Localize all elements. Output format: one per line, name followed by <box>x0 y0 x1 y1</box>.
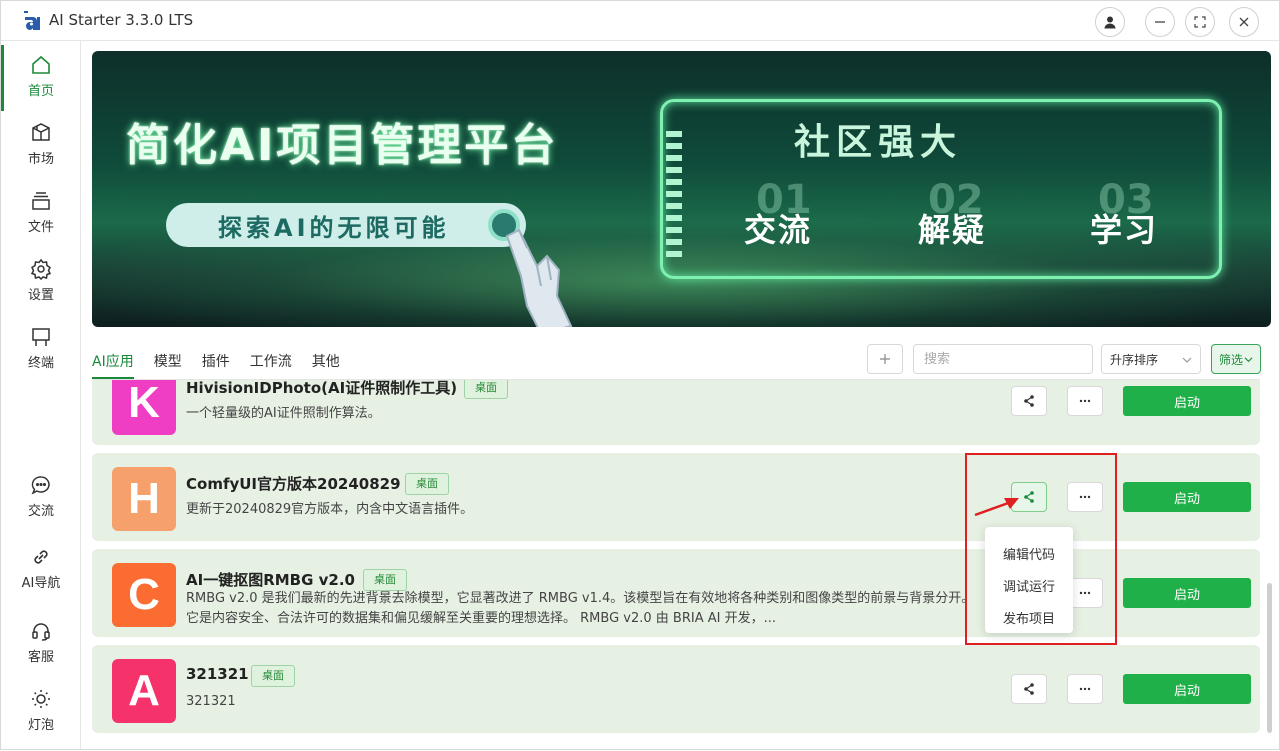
tab-plugins[interactable]: 插件 <box>202 351 230 373</box>
maximize-icon <box>1194 16 1206 28</box>
highlight-box <box>965 453 1117 645</box>
app-avatar: C <box>112 563 176 627</box>
chat-icon <box>31 475 50 495</box>
tab-other[interactable]: 其他 <box>312 351 340 373</box>
app-avatar: K <box>112 380 176 435</box>
sidebar-item-market[interactable]: 市场 <box>1 113 81 175</box>
sidebar-item-label: 文件 <box>27 219 54 235</box>
close-icon <box>1239 17 1249 27</box>
app-name: ComfyUI官方版本20240829 <box>186 475 401 493</box>
sidebar-item-label: 终端 <box>27 355 54 371</box>
app-badge: 桌面 <box>464 380 508 399</box>
app-badge: 桌面 <box>405 473 449 495</box>
sidebar-item-label: AI导航 <box>21 575 61 591</box>
sidebar-item-files[interactable]: 文件 <box>1 181 81 243</box>
step-word: 解疑 <box>918 211 987 249</box>
sort-select[interactable]: 升序排序 <box>1101 344 1201 374</box>
sidebar-item-label: 交流 <box>27 503 54 519</box>
home-icon <box>32 55 50 74</box>
robot-hand-icon <box>505 228 573 327</box>
app-avatar: A <box>112 659 176 723</box>
start-button[interactable]: 启动 <box>1123 674 1251 704</box>
search-input[interactable] <box>913 344 1093 374</box>
annotation-arrow-icon <box>974 498 1019 517</box>
more-icon <box>1079 399 1091 403</box>
sidebar: 首页 市场 文件 设置 终端 交流 AI导航 客服 灯泡 <box>1 41 81 749</box>
banner-pill: 探索AI的无限可能 <box>166 203 526 247</box>
banner-title: 简化AI项目管理平台 <box>126 120 559 171</box>
app-window: AI Starter 3.3.0 LTS 首页 市场 文件 设置 终端 交流 A… <box>0 0 1280 750</box>
category-tabs: AI应用 模型 插件 工作流 其他 <box>92 351 360 373</box>
banner-pill-text: 探索AI的无限可能 <box>218 213 450 242</box>
more-button[interactable] <box>1067 386 1103 416</box>
filter-button[interactable]: 筛选 <box>1211 344 1261 374</box>
app-badge: 桌面 <box>251 665 295 687</box>
sidebar-item-home[interactable]: 首页 <box>1 45 81 111</box>
share-icon <box>1024 683 1034 695</box>
minimize-icon <box>1155 21 1165 23</box>
sidebar-item-support[interactable]: 客服 <box>1 611 81 673</box>
sidebar-item-ai-nav[interactable]: AI导航 <box>1 537 81 599</box>
add-button[interactable] <box>867 344 903 374</box>
store-icon <box>32 122 50 141</box>
list-scrollbar[interactable] <box>1267 583 1272 733</box>
app-description: 更新于20240829官方版本，内含中文语言插件。 <box>186 502 474 517</box>
sidebar-item-label: 首页 <box>27 83 54 99</box>
maximize-button[interactable] <box>1185 7 1215 37</box>
app-logo-icon <box>24 11 40 30</box>
terminal-icon <box>32 327 50 346</box>
share-icon <box>1024 395 1034 407</box>
title-bar: AI Starter 3.3.0 LTS <box>1 1 1279 41</box>
sidebar-item-label: 市场 <box>27 151 54 167</box>
sidebar-item-label: 客服 <box>27 649 54 665</box>
tab-models[interactable]: 模型 <box>154 351 182 373</box>
close-button[interactable] <box>1229 7 1259 37</box>
sidebar-item-bulb[interactable]: 灯泡 <box>1 679 81 741</box>
user-icon <box>1104 16 1116 29</box>
frame-stripes <box>666 131 682 261</box>
chevron-down-icon <box>1182 357 1192 363</box>
start-button[interactable]: 启动 <box>1123 578 1251 608</box>
settings-icon <box>30 258 52 280</box>
app-card: A 321321 桌面 321321 启动 <box>92 645 1260 733</box>
minimize-button[interactable] <box>1145 7 1175 37</box>
link-icon <box>34 549 48 564</box>
frame-title: 社区强大 <box>794 122 963 163</box>
app-name: AI一键抠图RMBG v2.0 <box>186 571 355 589</box>
app-description: 一个轻量级的AI证件照制作算法。 <box>186 406 381 421</box>
app-name: HivisionIDPhoto(AI证件照制作工具) <box>186 380 458 397</box>
headset-icon <box>32 622 50 641</box>
sidebar-item-label: 设置 <box>27 287 54 303</box>
filter-label: 筛选 <box>1218 352 1243 367</box>
tab-ai-apps[interactable]: AI应用 <box>92 351 134 373</box>
promo-banner[interactable]: 简化AI项目管理平台 探索AI的无限可能 社区强大 01 交流 02 解疑 03… <box>92 51 1271 327</box>
step-word: 交流 <box>744 211 813 249</box>
app-badge: 桌面 <box>363 569 407 591</box>
bulb-icon <box>32 689 50 708</box>
sidebar-item-terminal[interactable]: 终端 <box>1 317 81 379</box>
more-icon <box>1079 687 1091 691</box>
app-name: 321321 <box>186 665 249 683</box>
app-avatar: H <box>112 467 176 531</box>
files-icon <box>32 191 50 210</box>
share-button[interactable] <box>1011 674 1047 704</box>
tab-workflows[interactable]: 工作流 <box>250 351 292 373</box>
sort-label: 升序排序 <box>1110 352 1159 367</box>
share-button[interactable] <box>1011 386 1047 416</box>
sidebar-item-chat[interactable]: 交流 <box>1 465 81 527</box>
app-title: AI Starter 3.3.0 LTS <box>49 11 194 29</box>
app-description: 321321 <box>186 694 236 709</box>
more-button[interactable] <box>1067 674 1103 704</box>
chevron-down-icon <box>1244 356 1253 362</box>
user-button[interactable] <box>1095 7 1125 37</box>
app-card: K HivisionIDPhoto(AI证件照制作工具) 桌面 一个轻量级的AI… <box>92 380 1260 445</box>
plus-icon <box>880 354 890 364</box>
start-button[interactable]: 启动 <box>1123 386 1251 416</box>
step-word: 学习 <box>1090 211 1159 249</box>
app-description: RMBG v2.0 是我们最新的先进背景去除模型，它显著改进了 RMBG v1.… <box>186 591 975 626</box>
sidebar-item-label: 灯泡 <box>27 717 54 733</box>
start-button[interactable]: 启动 <box>1123 482 1251 512</box>
sidebar-item-settings[interactable]: 设置 <box>1 249 81 311</box>
